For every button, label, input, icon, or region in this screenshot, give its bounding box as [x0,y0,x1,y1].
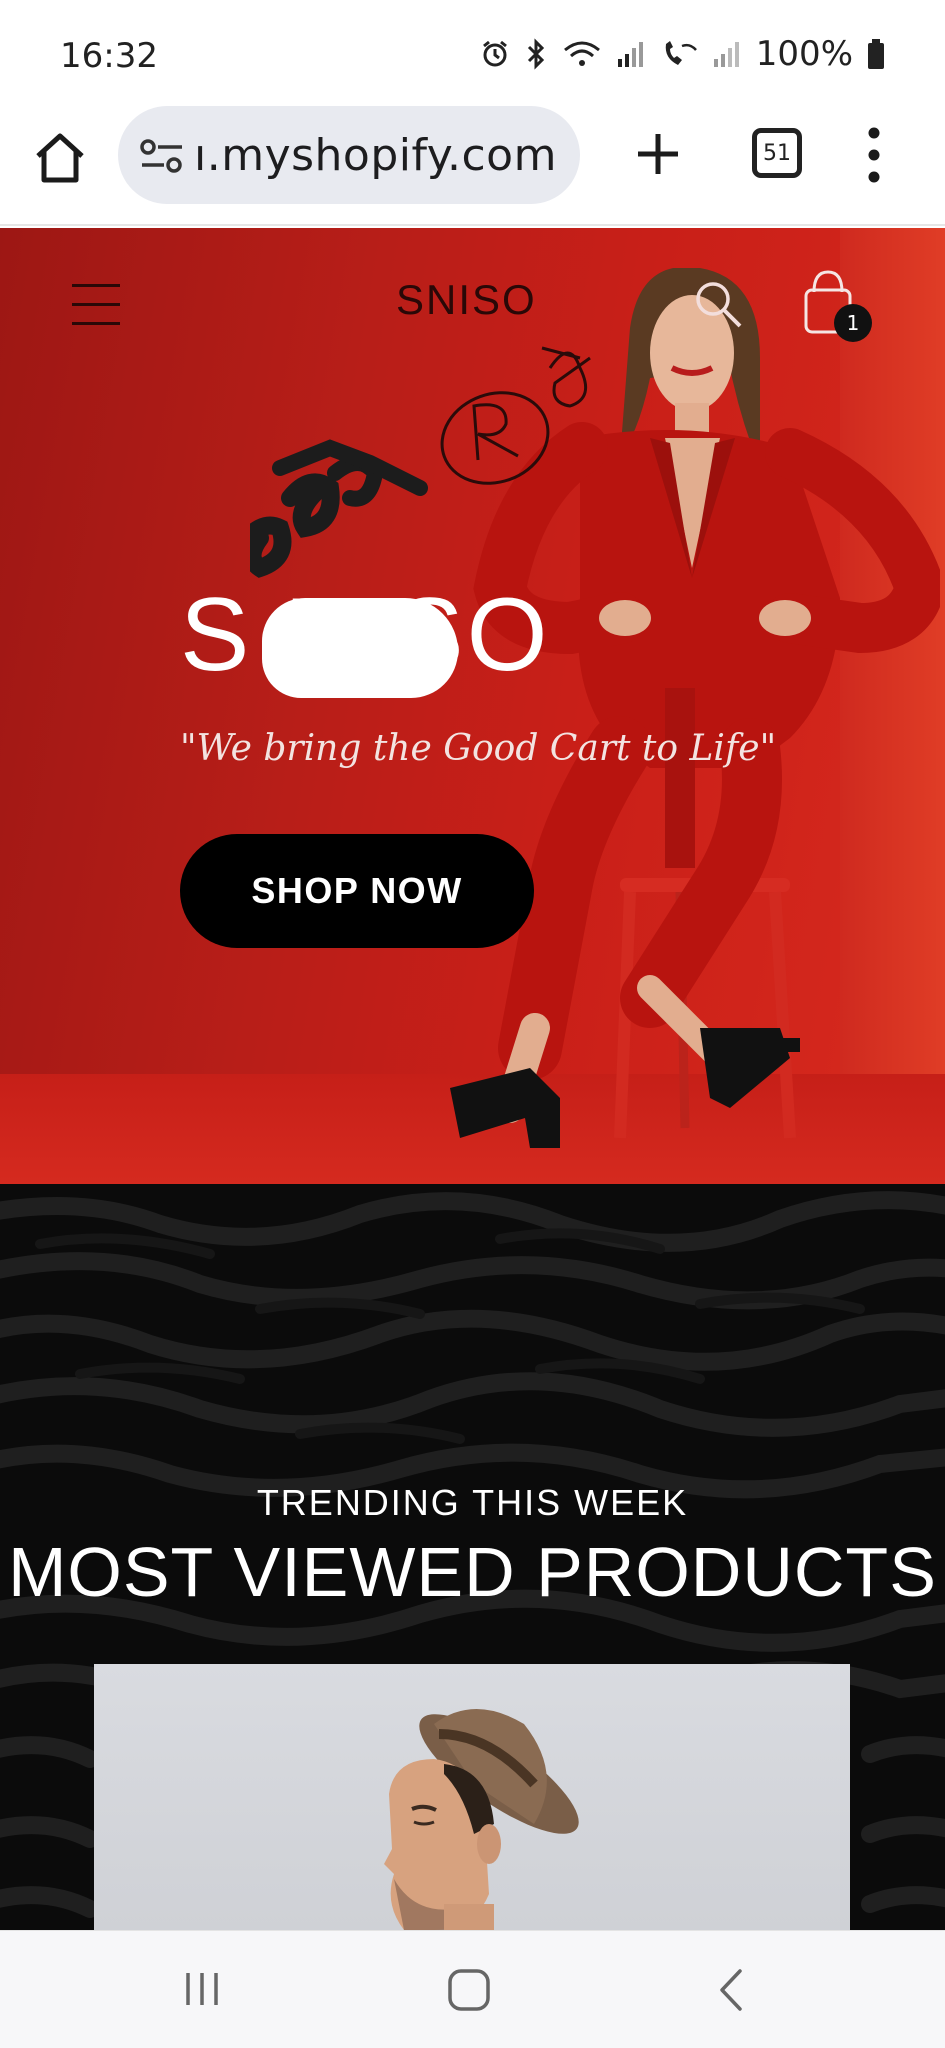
menu-hamburger-icon[interactable] [72,284,122,326]
shop-now-button[interactable]: SHOP NOW [180,834,534,948]
url-text: ı.myshopify.com [194,130,557,181]
signal-icon [617,42,643,67]
tabs-switcher-button[interactable]: 51 [752,128,802,178]
battery-icon [868,39,884,69]
address-bar[interactable]: ı.myshopify.com [118,106,580,204]
plus-icon[interactable] [630,126,686,182]
section-title: MOST VIEWED PRODUCTS [8,1533,937,1611]
bluetooth-icon [527,38,544,70]
status-time: 16:32 [60,36,158,76]
signal-icon [713,42,739,67]
back-icon[interactable] [716,1967,746,2013]
cart-button[interactable]: 1 [800,268,872,348]
system-navigation-bar [0,1930,945,2048]
wifi-calling-icon [665,41,697,65]
product-image [384,1709,579,1930]
more-vert-icon[interactable] [862,124,886,186]
alarm-icon [482,40,507,67]
redaction-mark [262,598,458,698]
hero-tagline: "We bring the Good Cart to Life" [180,728,777,769]
product-card[interactable] [94,1664,850,1930]
browser-toolbar: ı.myshopify.com 51 [0,100,945,226]
tune-icon[interactable] [138,136,186,176]
status-icons: 100% [480,34,885,74]
hero-banner: SNISO 1 S NISO "We bring the Good Cart t… [0,228,945,1184]
status-bar: 16:32 100% [0,0,945,110]
recents-icon[interactable] [180,1969,224,2009]
home-icon[interactable] [446,1967,492,2013]
tab-count: 51 [763,140,791,166]
home-icon[interactable] [28,126,92,190]
search-icon[interactable] [692,278,744,330]
wifi-icon [563,41,600,66]
section-eyebrow: TRENDING THIS WEEK [256,1482,689,1523]
trending-section: TRENDING THIS WEEK MOST VIEWED PRODUCTS [0,1184,945,1930]
cart-count-badge: 1 [834,304,872,342]
battery-percentage: 100% [755,34,853,74]
